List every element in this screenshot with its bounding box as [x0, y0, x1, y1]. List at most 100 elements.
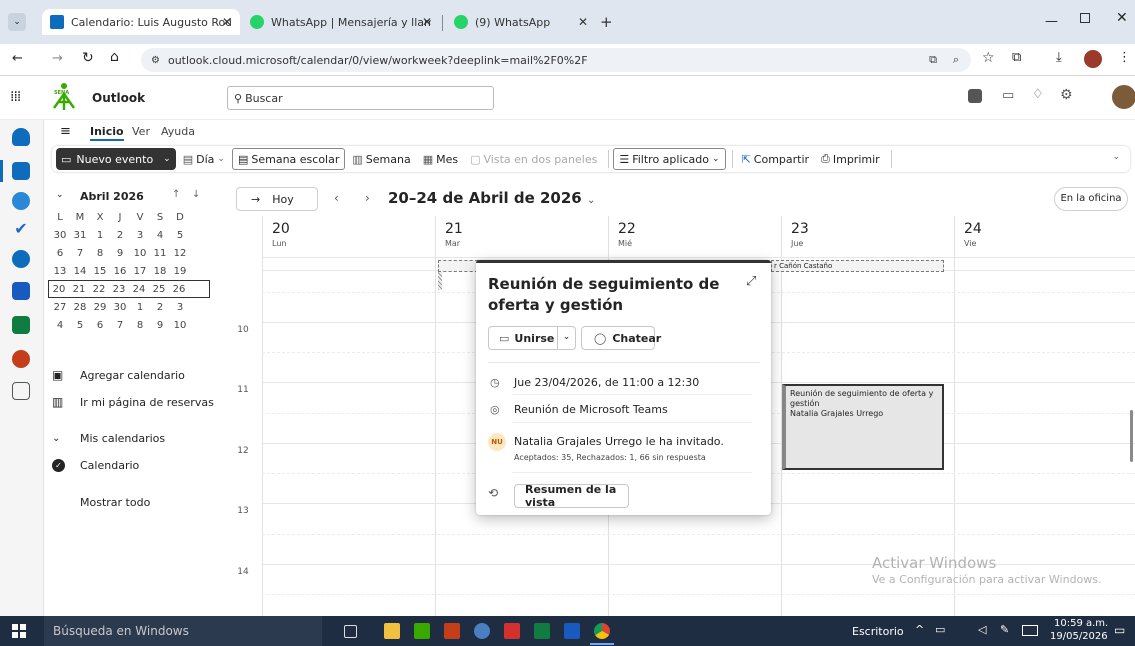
calendar-toggle[interactable]: ✓ Calendario: [52, 459, 139, 472]
back-icon[interactable]: ←: [12, 51, 23, 66]
teams-icon[interactable]: [968, 89, 982, 103]
minical-day[interactable]: 18: [150, 266, 170, 277]
home-icon[interactable]: ⌂: [110, 49, 119, 65]
tab-calendar[interactable]: Calendario: Luis Augusto Rodrig ✕: [42, 9, 240, 35]
mail-icon[interactable]: [12, 128, 30, 146]
volume-icon[interactable]: ◁: [978, 623, 986, 636]
powerpoint-taskbar-icon[interactable]: [444, 623, 460, 639]
app-icon-green[interactable]: [414, 623, 430, 639]
show-all-link[interactable]: Mostrar todo: [80, 496, 150, 509]
tab-inicio[interactable]: Inicio: [90, 125, 124, 141]
minical-day[interactable]: 10: [130, 248, 150, 259]
keyboard-icon[interactable]: [1022, 625, 1038, 636]
print-button[interactable]: ⎙ Imprimir: [816, 148, 885, 170]
minical-day[interactable]: 4: [150, 230, 170, 241]
minical-day[interactable]: 31: [70, 230, 90, 241]
new-tab-button[interactable]: +: [600, 13, 613, 31]
minical-day[interactable]: 27: [50, 302, 70, 313]
minical-day[interactable]: 5: [70, 320, 90, 331]
minical-day[interactable]: 6: [50, 248, 70, 259]
minical-day[interactable]: 3: [130, 230, 150, 241]
minical-day[interactable]: 6: [90, 320, 110, 331]
settings-gear-icon[interactable]: ⚙: [1060, 87, 1073, 103]
tab-ayuda[interactable]: Ayuda: [161, 125, 195, 138]
search-input[interactable]: ⚲ Buscar: [227, 86, 494, 110]
tab-whatsapp[interactable]: (9) WhatsApp ✕: [446, 9, 596, 35]
powerpoint-icon[interactable]: [12, 350, 30, 368]
new-event-button[interactable]: ▭ Nuevo evento ⌄: [56, 148, 176, 170]
calendar-event[interactable]: Reunión de seguimiento de oferta y gesti…: [782, 384, 944, 470]
month-view-button[interactable]: ▦ Mes: [418, 148, 463, 170]
extensions-icon[interactable]: ⧉: [1012, 50, 1021, 65]
close-tab-icon[interactable]: ✕: [222, 15, 232, 29]
chevron-down-icon[interactable]: ⌄: [163, 154, 171, 164]
minical-day[interactable]: 15: [90, 266, 110, 277]
install-app-icon[interactable]: ⧉: [929, 53, 937, 67]
minical-day[interactable]: 13: [50, 266, 70, 277]
calendar-icon[interactable]: [12, 162, 30, 180]
collapse-pane-icon[interactable]: ≡: [60, 124, 71, 139]
minical-day[interactable]: 30: [50, 230, 70, 241]
minical-day[interactable]: 21: [69, 284, 89, 295]
minical-day[interactable]: 30: [110, 302, 130, 313]
tray-chevron-icon[interactable]: ^: [915, 623, 924, 636]
add-calendar-link[interactable]: ▣ Agregar calendario: [52, 368, 185, 382]
my-day-icon[interactable]: ▭: [1002, 88, 1014, 103]
minical-day[interactable]: 16: [110, 266, 130, 277]
minical-month-label[interactable]: Abril 2026: [80, 190, 144, 203]
minical-day[interactable]: 8: [130, 320, 150, 331]
vertical-scrollbar[interactable]: [1130, 410, 1133, 462]
desktop-toolbar-label[interactable]: Escritorio: [852, 625, 904, 638]
word-icon[interactable]: [12, 282, 30, 300]
school-week-view-button[interactable]: ▤ Semana escolar: [231, 148, 346, 170]
minimize-icon[interactable]: —: [1045, 14, 1058, 29]
more-apps-icon[interactable]: [12, 382, 30, 400]
join-button[interactable]: ▭ Unirse ⌄: [488, 326, 576, 350]
app-launcher-icon[interactable]: ⁞⁞⁞: [10, 89, 21, 105]
minical-day[interactable]: 25: [149, 284, 169, 295]
user-avatar[interactable]: [1112, 85, 1135, 109]
minical-day[interactable]: 4: [50, 320, 70, 331]
next-week-icon[interactable]: ›: [365, 191, 370, 205]
maximize-icon[interactable]: [1080, 13, 1090, 23]
minical-day[interactable]: 20: [49, 284, 69, 295]
reload-icon[interactable]: ↻: [82, 50, 94, 66]
task-view-icon[interactable]: [344, 625, 357, 638]
minical-day[interactable]: 2: [150, 302, 170, 313]
minical-day[interactable]: 1: [90, 230, 110, 241]
minical-day[interactable]: 22: [89, 284, 109, 295]
today-button[interactable]: → Hoy: [236, 187, 318, 211]
minical-day[interactable]: 17: [130, 266, 150, 277]
clock-time[interactable]: 10:59 a.m.: [1054, 618, 1108, 629]
minical-day[interactable]: 9: [150, 320, 170, 331]
share-button[interactable]: ⇱ Compartir: [737, 148, 814, 170]
day-column[interactable]: 20 Lun: [262, 216, 435, 616]
word-taskbar-icon[interactable]: [564, 623, 580, 639]
minical-next-icon[interactable]: ↓: [192, 189, 200, 200]
minical-prev-icon[interactable]: ↑: [172, 189, 180, 200]
minical-collapse-icon[interactable]: ⌄: [56, 190, 64, 200]
minical-day[interactable]: 10: [170, 320, 190, 331]
acrobat-icon[interactable]: [504, 623, 520, 639]
taskbar-search[interactable]: Búsqueda en Windows: [44, 616, 322, 646]
zoom-icon[interactable]: ⌕: [953, 53, 959, 67]
allday-event-right[interactable]: r Cañón Castaño: [771, 260, 944, 272]
minical-day[interactable]: 28: [70, 302, 90, 313]
minical-day[interactable]: 19: [170, 266, 190, 277]
week-view-button[interactable]: ▥ Semana: [347, 148, 415, 170]
minical-day[interactable]: 24: [129, 284, 149, 295]
minical-day[interactable]: 7: [110, 320, 130, 331]
chrome-icon[interactable]: [594, 623, 610, 639]
minical-day[interactable]: 12: [170, 248, 190, 259]
minical-day[interactable]: 11: [150, 248, 170, 259]
minical-day[interactable]: 14: [70, 266, 90, 277]
notification-center-icon[interactable]: ▭: [1114, 623, 1125, 637]
minical-day[interactable]: 23: [109, 284, 129, 295]
minical-day[interactable]: 7: [70, 248, 90, 259]
windows-start-icon[interactable]: [12, 624, 26, 638]
todo-icon[interactable]: ✔: [12, 220, 30, 238]
browser-menu-icon[interactable]: ⋮: [1118, 50, 1131, 65]
allday-event-left[interactable]: [438, 260, 478, 272]
forward-icon[interactable]: →: [52, 51, 63, 66]
file-explorer-icon[interactable]: [384, 623, 400, 639]
